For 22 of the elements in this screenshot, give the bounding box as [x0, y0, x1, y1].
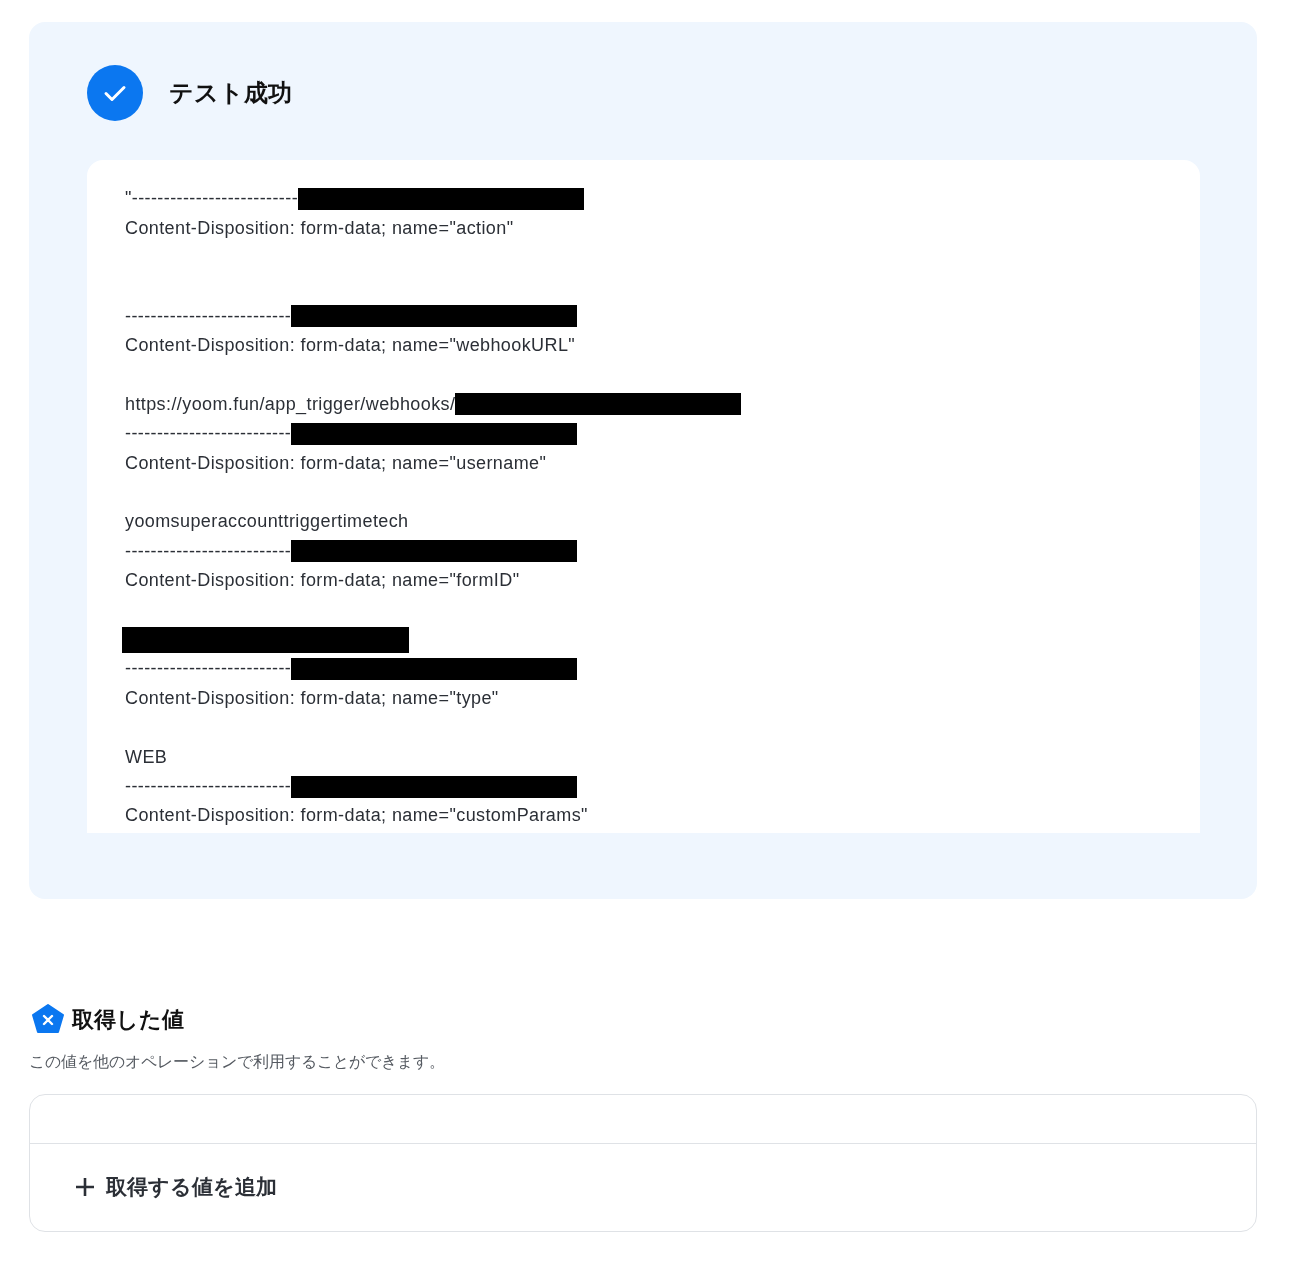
pentagon-x-icon: [32, 1004, 64, 1035]
code-line: --------------------------: [125, 539, 292, 563]
code-line: --------------------------: [125, 422, 292, 446]
code-line: Content-Disposition: form-data; name="formID": [125, 569, 520, 593]
check-icon: [87, 65, 143, 121]
status-title: テスト成功: [169, 78, 292, 108]
code-line: Content-Disposition: form-data; name="webhookURL": [125, 334, 576, 358]
add-value-button[interactable]: 取得する値を追加: [74, 1171, 277, 1203]
code-line: WEB: [125, 745, 168, 769]
section-title: 取得した値: [72, 1005, 184, 1034]
code-line: "--------------------------: [125, 187, 299, 211]
section-description: この値を他のオペレーションで利用することができます。: [29, 1051, 446, 1072]
plus-icon: [74, 1176, 96, 1199]
code-line: Content-Disposition: form-data; name="type": [125, 686, 499, 710]
code-line: --------------------------: [125, 775, 292, 798]
code-line: yoomsuperaccounttriggertimetech: [125, 510, 409, 534]
code-line: Content-Disposition: form-data; name="username": [125, 451, 547, 475]
code-line: --------------------------: [125, 657, 292, 681]
code-line: Content-Disposition: form-data; name="action": [125, 216, 514, 240]
code-line: https://yoom.fun/app_trigger/webhooks/: [125, 392, 456, 417]
code-line: Content-Disposition: form-data; name="customParams": [125, 804, 588, 828]
code-line: --------------------------: [125, 304, 292, 328]
